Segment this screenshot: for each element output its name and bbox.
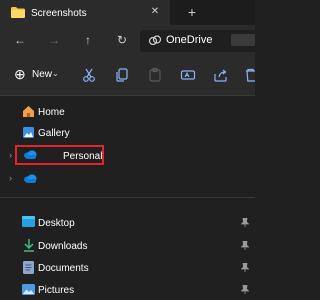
share-icon[interactable] <box>213 67 229 83</box>
copy-icon[interactable] <box>114 67 130 83</box>
desktop-folder-icon <box>22 216 35 227</box>
sidebar-item-home[interactable]: Home <box>38 107 65 118</box>
back-button[interactable]: ← <box>11 31 29 49</box>
forward-button[interactable]: → <box>45 31 63 49</box>
folder-icon <box>11 7 25 18</box>
documents-icon <box>23 261 34 274</box>
gallery-icon <box>22 126 35 139</box>
delete-icon[interactable] <box>245 67 261 83</box>
sidebar-divider <box>0 197 255 198</box>
pin-icon[interactable] <box>241 241 249 250</box>
pin-icon[interactable] <box>241 218 249 227</box>
downloads-icon <box>23 239 35 252</box>
onedrive-cloud-icon[interactable] <box>23 174 37 183</box>
new-tab-button[interactable]: + <box>184 4 200 20</box>
sidebar-item-desktop[interactable]: Desktop <box>38 218 75 229</box>
new-button[interactable]: New <box>32 69 52 80</box>
highlight-box <box>15 145 104 165</box>
expand-chevron-icon[interactable]: › <box>9 150 12 160</box>
chevron-down-icon[interactable]: ⌄ <box>52 69 59 78</box>
address-chevron[interactable] <box>231 34 255 46</box>
new-plus-icon: ⊕ <box>14 66 26 82</box>
sidebar-item-pictures[interactable]: Pictures <box>38 285 74 296</box>
tab-title: Screenshots <box>31 8 87 19</box>
address-text: OneDrive <box>166 34 213 46</box>
refresh-button[interactable]: ↻ <box>113 31 131 49</box>
expand-chevron-icon[interactable]: › <box>9 173 12 183</box>
pin-icon[interactable] <box>241 285 249 294</box>
paste-icon[interactable] <box>147 67 163 83</box>
onedrive-cloud-icon <box>148 35 162 45</box>
home-icon <box>22 105 35 118</box>
sidebar-item-gallery[interactable]: Gallery <box>38 128 70 139</box>
sidebar-item-documents[interactable]: Documents <box>38 263 89 274</box>
sidebar-item-downloads[interactable]: Downloads <box>38 241 87 252</box>
up-button[interactable]: ↑ <box>79 31 97 49</box>
pictures-icon <box>22 284 35 295</box>
cut-icon[interactable] <box>81 67 97 83</box>
tab-close-button[interactable]: ✕ <box>148 5 162 19</box>
rename-icon[interactable] <box>180 67 196 83</box>
pin-icon[interactable] <box>241 263 249 272</box>
